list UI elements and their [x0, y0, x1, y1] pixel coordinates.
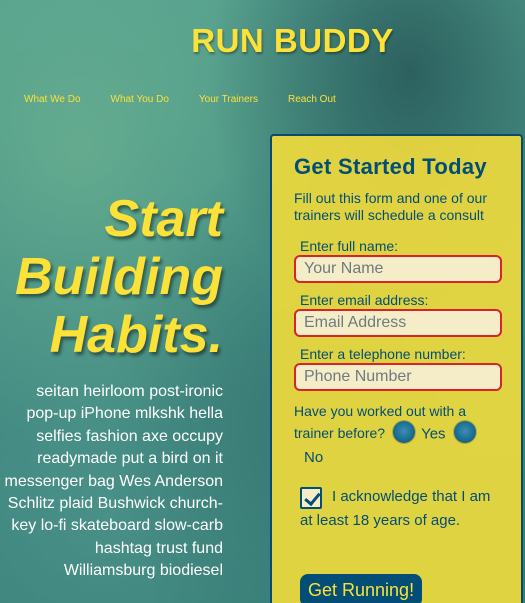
- site-header: RUN BUDDY What We Do What You Do Your Tr…: [0, 0, 525, 130]
- submit-button[interactable]: Get Running!: [300, 574, 423, 603]
- acknowledge-line-2: at least 18 years of age.: [300, 512, 461, 530]
- name-label: Enter full name:: [300, 238, 399, 254]
- phone-input[interactable]: [294, 363, 502, 391]
- name-input[interactable]: [294, 255, 502, 283]
- nav-your-trainers[interactable]: Your Trainers: [199, 94, 258, 105]
- form-title: Get Started Today: [294, 154, 487, 179]
- hero-title-line: Start: [104, 190, 223, 248]
- hero-title-line: Building: [15, 248, 223, 306]
- signup-form: Get Started Today Fill out this form and…: [270, 134, 523, 603]
- acknowledge-checkbox[interactable]: [300, 487, 322, 510]
- phone-label: Enter a telephone number:: [300, 346, 466, 362]
- nav-what-we-do[interactable]: What We Do: [24, 94, 81, 105]
- nav-reach-out[interactable]: Reach Out: [288, 94, 336, 105]
- form-description: Fill out this form and one of our traine…: [294, 190, 487, 223]
- trainer-question: Have you worked out with a trainer befor…: [294, 400, 507, 445]
- radio-yes[interactable]: [393, 421, 416, 444]
- main-nav: What We Do What You Do Your Trainers Rea…: [24, 94, 366, 105]
- radio-no[interactable]: [453, 421, 476, 444]
- acknowledge-row: I acknowledge that I am at least 18 year…: [300, 485, 507, 533]
- radio-yes-label: Yes: [421, 425, 446, 443]
- acknowledge-text: I acknowledge that I am at least 18 year…: [300, 485, 491, 533]
- acknowledge-line-1: I acknowledge that I am: [332, 488, 491, 506]
- email-input[interactable]: [294, 309, 502, 337]
- hero-text: seitan heirloom post-ironic pop-up iPhon…: [4, 383, 224, 580]
- brand-logo[interactable]: RUN BUDDY: [0, 22, 525, 60]
- radio-no-label: No: [304, 449, 324, 467]
- hero-title: Start Building Habits.: [15, 190, 223, 364]
- nav-what-you-do[interactable]: What You Do: [111, 94, 169, 105]
- hero-title-line: Habits.: [49, 306, 223, 364]
- email-label: Enter email address:: [300, 292, 429, 308]
